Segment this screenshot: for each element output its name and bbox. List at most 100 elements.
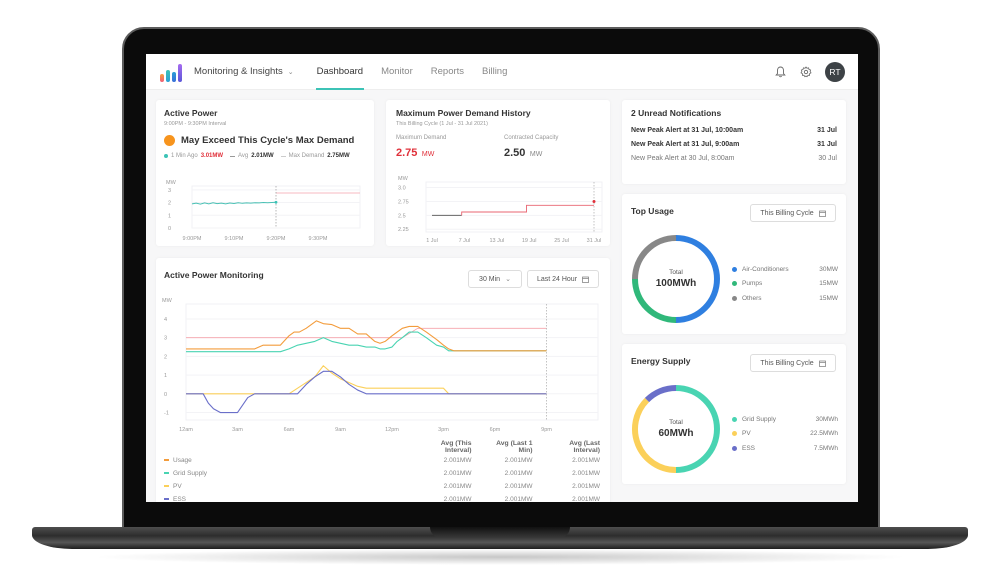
stat-label: Maximum Demand (396, 135, 447, 141)
legend-item: ESS 7.5MWh (732, 441, 838, 456)
x-tick-label: 19 Jul (522, 238, 537, 244)
y-tick-label: 0 (164, 392, 167, 398)
series-label: ESS (173, 496, 187, 502)
energy-supply-legend: Grid Supply 30MWh PV 22.5MWh ESS 7.5MWh (732, 412, 838, 456)
max-demand-chart: MW 3.0 2.75 2.5 2.25 1 Jul 7 Jul 13 Jul 19 Jul 25… (398, 176, 603, 244)
x-tick-label: 7 Jul (459, 238, 471, 244)
tab-monitor[interactable]: Monitor (372, 54, 422, 90)
interval-label: 9:00PM - 9:30PM Interval (164, 121, 227, 127)
billing-cycle-picker[interactable]: This Billing Cycle (750, 204, 836, 222)
calendar-icon (818, 360, 826, 367)
select-label: 30 Min (479, 275, 501, 283)
interval-select[interactable]: 30 Min ⌄ (468, 270, 522, 288)
legend-value: 15MW (819, 294, 838, 302)
value-cell: 2.001MW (572, 457, 600, 464)
table-row: Usage 2.001MW 2.001MW 2.001MW (164, 454, 600, 467)
x-tick-label: 12am (179, 427, 193, 433)
picker-label: This Billing Cycle (760, 359, 814, 367)
table-header-row: Avg (This Interval) Avg (Last 1 Min) Avg… (164, 440, 600, 454)
column-header: Avg (Last Interval) (569, 440, 600, 454)
unit: MW (421, 151, 435, 158)
max-demand-threshold-line (186, 327, 547, 339)
y-tick-label: 3.0 (398, 186, 406, 192)
current-point (274, 200, 278, 204)
active-power-chart: MW 3 2 1 0 9:00PM 9:10PM 9:20PM 9:30PM (166, 180, 361, 242)
gear-icon[interactable] (799, 65, 813, 79)
x-tick-label: 25 Jul (554, 238, 569, 244)
x-tick-label: 9pm (541, 427, 552, 433)
legend-label: Pumps (742, 280, 763, 288)
max-demand-stat: Maximum Demand 2.75 MW (396, 135, 504, 161)
tab-reports[interactable]: Reports (422, 54, 473, 90)
unit: MW (529, 151, 543, 158)
warning-dot-icon (164, 135, 175, 146)
module-switcher[interactable]: Monitoring & Insights ⌄ (194, 66, 294, 77)
notification-item[interactable]: New Peak Alert at 31 Jul, 10:00am 31 Jul (631, 127, 837, 134)
live-dot-icon (164, 154, 168, 158)
legend-dash-icon (164, 472, 169, 475)
stat-value-row: 2.50 MW (504, 143, 558, 161)
app-logo-icon (160, 62, 182, 82)
legend-label: PV (742, 430, 751, 438)
total-value: 60MWh (658, 428, 694, 439)
notification-date: 31 Jul (817, 141, 837, 148)
max-demand-value: 2.75 (396, 147, 418, 159)
y-tick-label: 3 (164, 336, 167, 342)
column-header: Avg (Last 1 Min) (496, 440, 533, 454)
tab-dashboard[interactable]: Dashboard (308, 54, 372, 90)
legend-label: Air-Conditioners (742, 265, 789, 273)
legend-dot-icon (732, 295, 737, 301)
billing-cycle-picker[interactable]: This Billing Cycle (750, 354, 836, 372)
value-cell: 2.001MW (504, 457, 533, 464)
max-value: 2.75MW (327, 153, 350, 159)
value-cell: 2.001MW (572, 496, 600, 502)
notification-date: 31 Jul (817, 127, 837, 134)
y-tick-label: 3 (168, 188, 171, 194)
x-tick-label: 13 Jul (489, 238, 504, 244)
legend-dot-icon (732, 431, 737, 437)
series-line-pv (186, 365, 547, 395)
y-tick-label: 1 (168, 213, 171, 219)
legend-value: 15MW (819, 280, 838, 288)
legend-dot-icon (732, 281, 737, 287)
calendar-icon (582, 276, 589, 283)
series-cell: PV (164, 480, 404, 493)
y-axis-label: MW (162, 298, 173, 304)
user-avatar[interactable]: RT (825, 61, 845, 82)
last-label: 1 Min Ago (171, 153, 198, 159)
x-tick-label: 9:20PM (267, 236, 286, 242)
tab-billing[interactable]: Billing (473, 54, 516, 90)
range-select[interactable]: Last 24 Hour (527, 270, 599, 288)
stat-value-row: 2.75 MW (396, 143, 504, 161)
table-row: Grid Supply 2.001MW 2.001MW 2.001MW (164, 467, 600, 480)
picker-label: This Billing Cycle (760, 209, 814, 217)
value-cell: 2.001MW (443, 470, 472, 477)
column-header: Avg (This Interval) (440, 440, 472, 454)
value-cell: 2.001MW (572, 483, 600, 490)
legend-label: ESS (742, 444, 756, 452)
notification-text: New Peak Alert at 30 Jul, 8:00am (631, 155, 735, 162)
value-cell: 2.001MW (504, 483, 533, 490)
donut-center: Total 100MWh (629, 232, 723, 326)
demand-stats: Maximum Demand 2.75 MW Contracted Capaci… (396, 135, 600, 161)
bell-icon[interactable] (773, 65, 787, 79)
contracted-capacity-stat: Contracted Capacity 2.50 MW (504, 135, 558, 161)
value-cell: 2.001MW (572, 470, 600, 477)
stat-label: Contracted Capacity (504, 135, 559, 141)
value-cell: 2.001MW (504, 496, 533, 502)
notification-item[interactable]: New Peak Alert at 31 Jul, 9:00am 31 Jul (631, 141, 837, 148)
avg-legend-icon (230, 155, 236, 157)
select-label: Last 24 Hour (536, 275, 578, 283)
table-row: ESS 2.001MW 2.001MW 2.001MW (164, 493, 600, 502)
legend-item: Air-Conditioners 30MW (732, 262, 838, 277)
legend-item: Grid Supply 30MWh (732, 412, 838, 427)
x-tick-label: 6am (284, 427, 295, 433)
notification-item[interactable]: New Peak Alert at 30 Jul, 8:00am 30 Jul (631, 155, 837, 162)
chevron-down-icon: ⌄ (505, 276, 511, 283)
demand-step-line (461, 204, 594, 216)
app-screen: Monitoring & Insights ⌄ Dashboard Monito… (146, 54, 858, 502)
series-label: Grid Supply (173, 470, 207, 477)
legend-dot-icon (732, 416, 737, 422)
series-label: PV (173, 483, 182, 490)
series-cell: Usage (164, 454, 404, 467)
